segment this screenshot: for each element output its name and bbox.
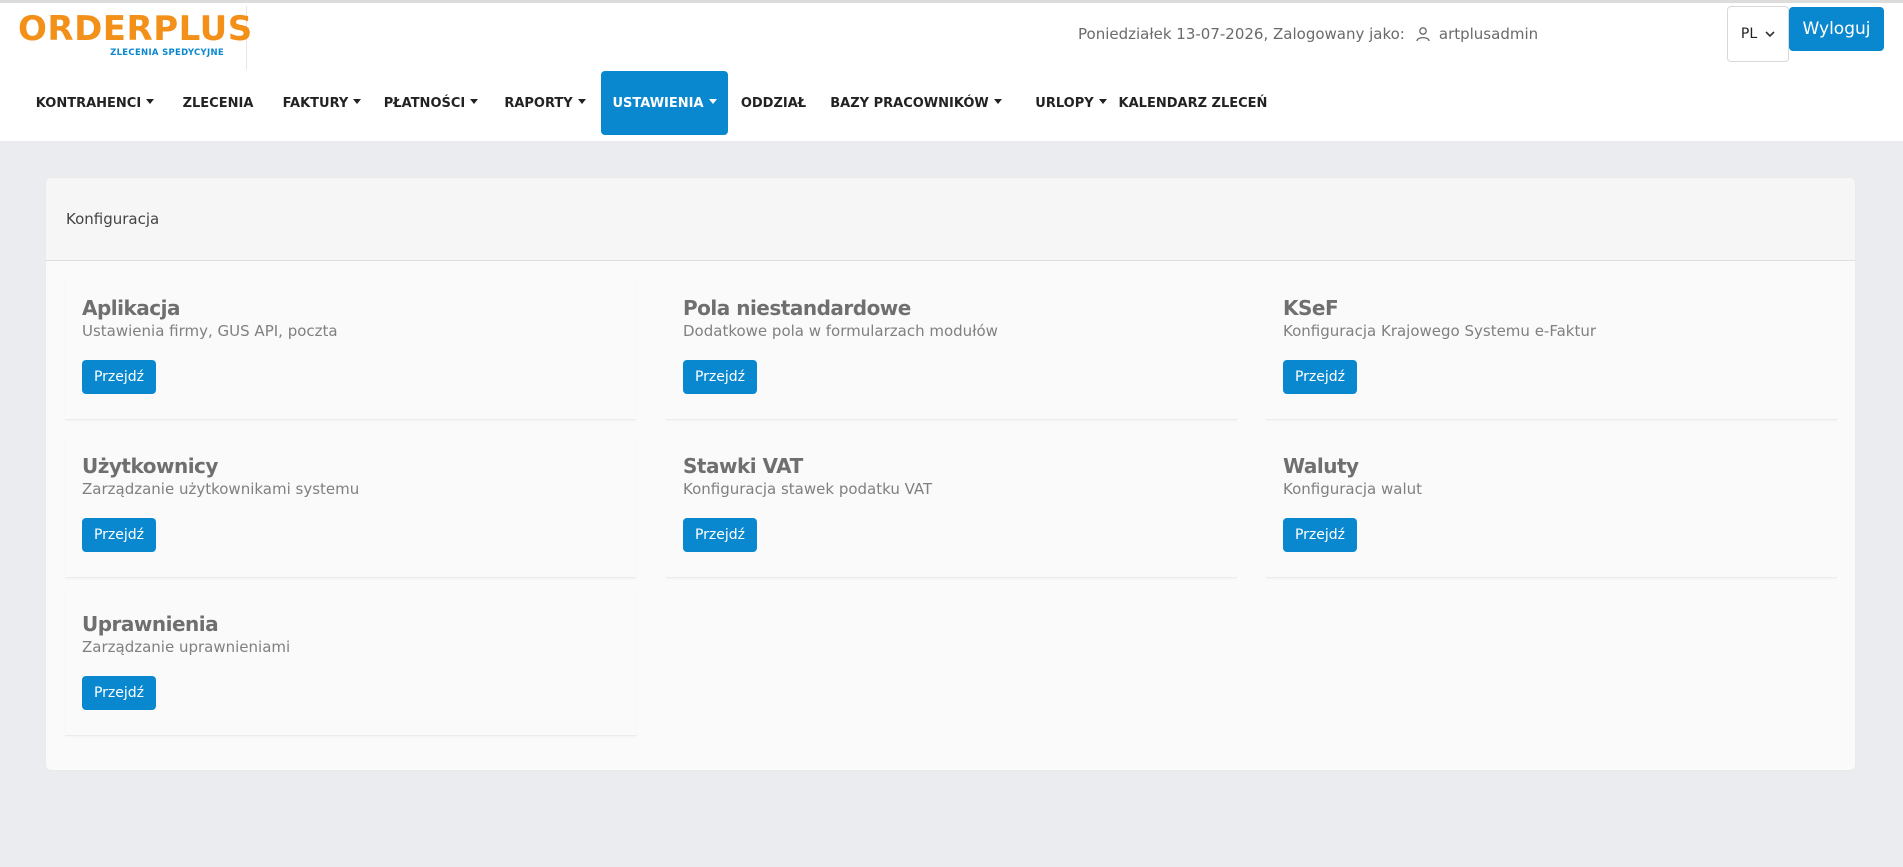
logo-sub-text: ZLECENIA SPEDYCYJNE [110,48,224,58]
card-description: Zarządzanie użytkownikami systemu [82,480,360,498]
go-button[interactable]: Przejdź [1283,518,1357,552]
card-title: Waluty [1283,454,1359,478]
logo[interactable]: ORDERPLUS ZLECENIA SPEDYCYJNE [0,6,253,70]
main-nav: KONTRAHENCI ZLECENIA FAKTURY PŁATNOŚCI R… [0,71,1903,135]
nav-label: ZLECENIA [182,95,254,111]
language-value: PL [1740,26,1758,42]
card-title: Użytkownicy [82,454,218,478]
date-login-text: Poniedziałek 13-07-2026, Zalogowany jako… [1078,25,1405,43]
nav-bazy-pracownikow[interactable]: BAZY PRACOWNIKÓW [828,71,1004,135]
go-button[interactable]: Przejdź [683,360,757,394]
caret-down-icon [470,98,479,104]
configuration-panel: Konfiguracja Aplikacja Ustawienia firmy,… [45,177,1856,771]
nav-label: FAKTURY [282,95,349,111]
language-select[interactable]: PL [1727,6,1789,62]
nav-label: RAPORTY [504,95,573,111]
nav-raporty[interactable]: RAPORTY [495,71,595,135]
card-uprawnienia: Uprawnienia Zarządzanie uprawnieniami Pr… [65,590,636,736]
card-aplikacja: Aplikacja Ustawienia firmy, GUS API, poc… [65,274,636,420]
go-button[interactable]: Przejdź [82,360,156,394]
nav-label: BAZY PRACOWNIKÓW [830,95,989,111]
card-title: Aplikacja [82,296,181,320]
nav-oddzial[interactable]: ODDZIAŁ [735,71,812,135]
caret-down-icon [146,98,155,104]
card-stawki-vat: Stawki VAT Konfiguracja stawek podatku V… [666,432,1237,578]
nav-kontrahenci[interactable]: KONTRAHENCI [30,71,160,135]
card-title: KSeF [1283,296,1339,320]
card-pola-niestandardowe: Pola niestandardowe Dodatkowe pola w for… [666,274,1237,420]
go-button[interactable]: Przejdź [683,518,757,552]
nav-label: KALENDARZ ZLECEŃ [1118,95,1268,111]
card-description: Dodatkowe pola w formularzach modułów [683,322,998,340]
nav-zlecenia[interactable]: ZLECENIA [175,71,261,135]
nav-kalendarz-zlecen[interactable]: KALENDARZ ZLECEŃ [1118,71,1268,135]
card-description: Ustawienia firmy, GUS API, poczta [82,322,338,340]
card-title: Pola niestandardowe [683,296,911,320]
chevron-down-icon [1765,30,1775,37]
card-title: Uprawnienia [82,612,219,636]
nav-platnosci[interactable]: PŁATNOŚCI [381,71,481,135]
nav-urlopy[interactable]: URLOPY [1021,71,1121,135]
nav-label: URLOPY [1035,95,1094,111]
card-title: Stawki VAT [683,454,803,478]
top-header: ORDERPLUS ZLECENIA SPEDYCYJNE Poniedział… [0,0,1903,141]
card-description: Konfiguracja Krajowego Systemu e-Faktur [1283,322,1597,340]
card-uzytkownicy: Użytkownicy Zarządzanie użytkownikami sy… [65,432,636,578]
logo-main-text: ORDERPLUS [18,9,253,49]
card-description: Zarządzanie uprawnieniami [82,638,291,656]
logout-button[interactable]: Wyloguj [1789,7,1884,51]
caret-down-icon [993,98,1002,104]
nav-label: PŁATNOŚCI [383,95,466,111]
user-icon [1416,27,1430,42]
caret-down-icon [1098,98,1107,104]
nav-label: USTAWIENIA [612,95,704,111]
nav-ustawienia[interactable]: USTAWIENIA [601,71,728,135]
card-description: Konfiguracja walut [1283,480,1422,498]
go-button[interactable]: Przejdź [1283,360,1357,394]
panel-title: Konfiguracja [46,178,1855,261]
card-waluty: Waluty Konfiguracja walut Przejdź [1266,432,1837,578]
card-ksef: KSeF Konfiguracja Krajowego Systemu e-Fa… [1266,274,1837,420]
nav-label: KONTRAHENCI [35,95,142,111]
go-button[interactable]: Przejdź [82,518,156,552]
caret-down-icon [577,98,586,104]
caret-down-icon [708,98,717,104]
go-button[interactable]: Przejdź [82,676,156,710]
nav-label: ODDZIAŁ [740,95,807,111]
caret-down-icon [353,98,362,104]
nav-faktury[interactable]: FAKTURY [272,71,372,135]
username: artplusadmin [1438,25,1539,43]
card-description: Konfiguracja stawek podatku VAT [683,480,933,498]
session-status: Poniedziałek 13-07-2026, Zalogowany jako… [1078,23,1538,45]
